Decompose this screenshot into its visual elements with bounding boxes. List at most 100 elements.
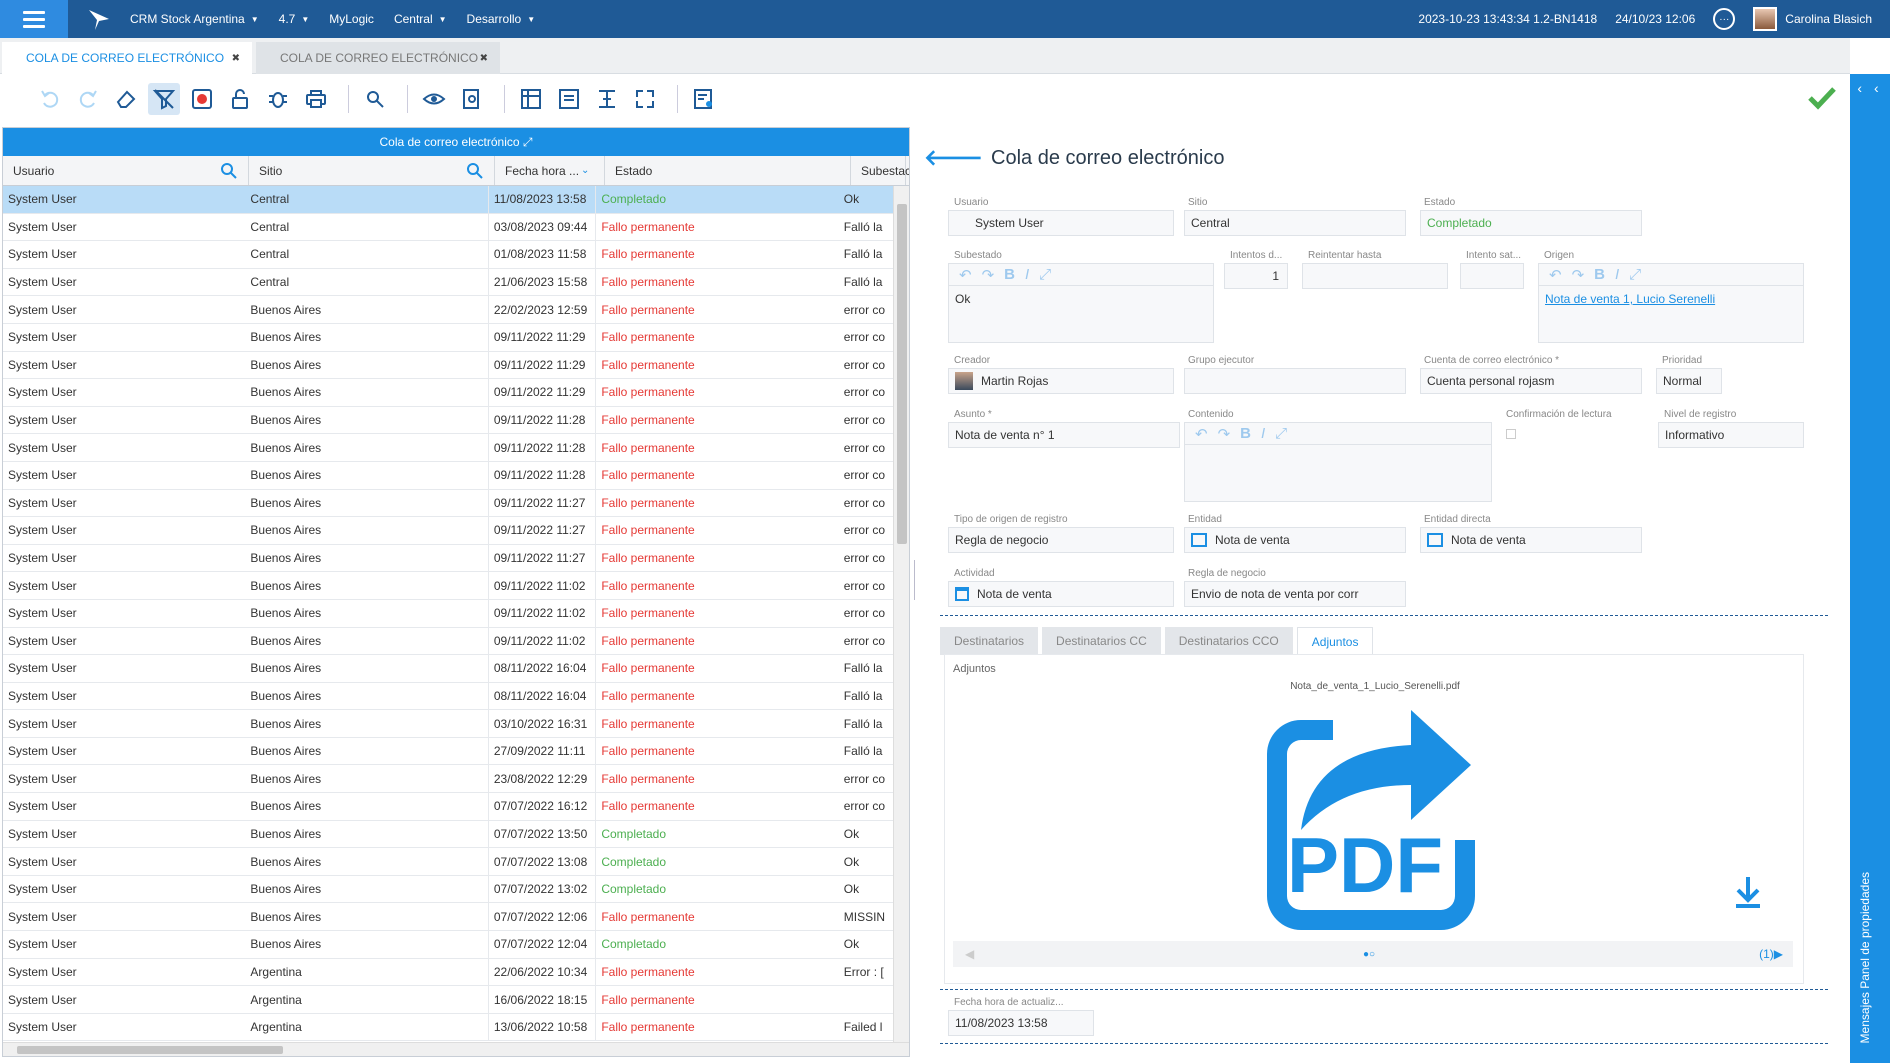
close-icon[interactable]: ✖: [232, 53, 240, 64]
form-settings-button[interactable]: [553, 83, 585, 115]
tab-destinatarios[interactable]: Destinatarios: [940, 627, 1039, 655]
pager-dots[interactable]: ●○: [1363, 949, 1375, 960]
table-row[interactable]: System User Buenos Aires 03/10/2022 16:31 F…: [3, 710, 893, 738]
tab-email-queue-2[interactable]: COLA DE CORREO ELECTRÓNICO ✖: [256, 42, 500, 74]
scroll-thumb[interactable]: [17, 1046, 283, 1054]
column-header-subestado[interactable]: Subestac: [851, 156, 909, 185]
previous-icon[interactable]: ◀: [965, 947, 974, 961]
field-entidad[interactable]: Nota de venta: [1184, 527, 1406, 553]
actions-dropdown-button[interactable]: [359, 83, 391, 115]
expand-icon[interactable]: ⤢: [1039, 266, 1051, 283]
horizontal-scrollbar[interactable]: [3, 1042, 909, 1056]
table-row[interactable]: System User Central 21/06/2023 15:58 Fallo …: [3, 268, 893, 297]
undo-icon[interactable]: ↶: [1195, 425, 1208, 443]
undo-icon[interactable]: ↶: [1549, 266, 1562, 284]
field-tipo-origen[interactable]: Regla de negocio: [948, 527, 1174, 553]
table-row[interactable]: System User Argentina 22/06/2022 10:34 Fall…: [3, 958, 893, 987]
origen-link[interactable]: Nota de venta 1, Lucio Serenelli: [1539, 286, 1803, 312]
field-estado[interactable]: Completado: [1420, 210, 1642, 236]
table-row[interactable]: System User Central 01/08/2023 11:58 Fallo …: [3, 241, 893, 269]
table-row[interactable]: System User Central 03/08/2023 09:44 Fallo …: [3, 213, 893, 242]
pager-next[interactable]: (1)▶: [1759, 947, 1783, 961]
field-nivel[interactable]: Informativo: [1658, 422, 1804, 448]
table-row[interactable]: System User Buenos Aires 07/07/2022 12:04 C…: [3, 931, 893, 959]
rail-label[interactable]: Mensajes Panel de propiedades: [1858, 872, 1872, 1043]
save-ok-button[interactable]: [1808, 86, 1836, 113]
field-intento-sat[interactable]: [1460, 263, 1524, 289]
table-row[interactable]: System User Buenos Aires 09/11/2022 11:28 F…: [3, 406, 893, 435]
table-row[interactable]: System User Buenos Aires 09/11/2022 11:28 F…: [3, 434, 893, 462]
table-row[interactable]: System User Buenos Aires 07/07/2022 13:02 C…: [3, 875, 893, 904]
expand-button[interactable]: [629, 83, 661, 115]
redo-button[interactable]: [72, 83, 104, 115]
field-prioridad[interactable]: Normal: [1656, 368, 1722, 394]
field-asunto[interactable]: Nota de venta n° 1: [948, 422, 1180, 448]
chat-icon[interactable]: ···: [1713, 8, 1736, 30]
field-sitio[interactable]: Central: [1184, 210, 1406, 236]
mylogic-link[interactable]: MyLogic: [329, 12, 374, 26]
version-menu[interactable]: 4.7 ▼: [279, 12, 310, 26]
italic-icon[interactable]: I: [1261, 425, 1265, 442]
column-header-usuario[interactable]: Usuario: [3, 156, 249, 185]
bold-icon[interactable]: B: [1240, 425, 1251, 442]
company-menu[interactable]: CRM Stock Argentina ▼: [130, 12, 259, 26]
site-menu[interactable]: Central ▼: [394, 12, 447, 26]
collapse-arrows-icon[interactable]: ‹ ‹: [1850, 80, 1890, 96]
table-row[interactable]: System User Buenos Aires 23/08/2022 12:29 F…: [3, 765, 893, 794]
table-row[interactable]: System User Buenos Aires 09/11/2022 11:29 F…: [3, 379, 893, 407]
table-row[interactable]: System User Buenos Aires 08/11/2022 16:04 F…: [3, 682, 893, 711]
bold-icon[interactable]: B: [1594, 266, 1605, 283]
field-reintentar[interactable]: [1302, 263, 1448, 289]
field-intentos[interactable]: 1: [1224, 263, 1288, 289]
panel-splitter[interactable]: [914, 560, 916, 600]
table-row[interactable]: System User Argentina 13/06/2022 10:58 Fall…: [3, 1013, 893, 1042]
field-subestado[interactable]: ↶ ↷ B I ⤢ Ok: [948, 263, 1214, 343]
pdf-file-icon[interactable]: PDF: [1241, 700, 1481, 940]
hamburger-menu-button[interactable]: [0, 0, 68, 38]
table-row[interactable]: System User Buenos Aires 09/11/2022 11:02 F…: [3, 627, 893, 656]
confirmacion-checkbox[interactable]: [1506, 429, 1516, 439]
column-header-fecha[interactable]: Fecha hora ... ⌄: [495, 156, 605, 185]
view-dropdown-button[interactable]: [418, 83, 450, 115]
table-row[interactable]: System User Buenos Aires 08/11/2022 16:04 F…: [3, 655, 893, 683]
expand-icon[interactable]: ⤢: [1629, 266, 1641, 283]
undo-button[interactable]: [34, 83, 66, 115]
field-entidad-directa[interactable]: Nota de venta: [1420, 527, 1642, 553]
table-row[interactable]: System User Buenos Aires 22/02/2023 12:59 F…: [3, 296, 893, 324]
document-search-button[interactable]: [456, 83, 488, 115]
search-icon[interactable]: [220, 162, 238, 180]
app-logo-icon[interactable]: [68, 0, 130, 38]
column-header-estado[interactable]: Estado: [605, 156, 851, 185]
redo-icon[interactable]: ↷: [1572, 266, 1585, 284]
debug-button[interactable]: [262, 83, 294, 115]
field-grupo[interactable]: [1184, 368, 1406, 394]
user-name[interactable]: Carolina Blasich: [1785, 12, 1872, 26]
table-row[interactable]: System User Argentina 16/06/2022 18:15 Fall…: [3, 986, 893, 1014]
italic-icon[interactable]: I: [1025, 266, 1029, 283]
scroll-thumb[interactable]: [897, 204, 907, 544]
tab-email-queue-1[interactable]: COLA DE CORREO ELECTRÓNICO ✖: [2, 42, 252, 74]
grid-settings-button[interactable]: [515, 83, 547, 115]
close-icon[interactable]: ✖: [480, 53, 488, 64]
tab-destinatarios-cco[interactable]: Destinatarios CCO: [1164, 627, 1293, 655]
eraser-button[interactable]: [110, 83, 142, 115]
table-row[interactable]: System User Buenos Aires 07/07/2022 12:06 F…: [3, 903, 893, 932]
table-row[interactable]: System User Buenos Aires 09/11/2022 11:29 F…: [3, 323, 893, 352]
table-row[interactable]: System User Buenos Aires 27/09/2022 11:11 F…: [3, 737, 893, 766]
tab-adjuntos[interactable]: Adjuntos: [1296, 627, 1374, 655]
filter-off-button[interactable]: [148, 83, 180, 115]
undo-icon[interactable]: ↶: [959, 266, 972, 284]
table-row[interactable]: System User Buenos Aires 09/11/2022 11:02 F…: [3, 599, 893, 628]
column-header-sitio[interactable]: Sitio: [249, 156, 495, 185]
table-row[interactable]: System User Buenos Aires 07/07/2022 13:08 C…: [3, 848, 893, 876]
field-contenido[interactable]: ↶ ↷ B I ⤢: [1184, 422, 1492, 502]
redo-icon[interactable]: ↷: [1218, 425, 1231, 443]
table-row[interactable]: System User Buenos Aires 07/07/2022 13:50 C…: [3, 820, 893, 849]
table-row[interactable]: System User Buenos Aires 07/07/2022 16:12 F…: [3, 793, 893, 821]
field-usuario[interactable]: System User: [948, 210, 1174, 236]
field-origen[interactable]: ↶ ↷ B I ⤢ Nota de venta 1, Lucio Serenelli: [1538, 263, 1804, 343]
environment-menu[interactable]: Desarrollo ▼: [467, 12, 536, 26]
field-creador[interactable]: Martin Rojas: [948, 368, 1174, 394]
table-row[interactable]: System User Buenos Aires 09/11/2022 11:29 F…: [3, 351, 893, 380]
tab-destinatarios-cc[interactable]: Destinatarios CC: [1042, 627, 1161, 655]
